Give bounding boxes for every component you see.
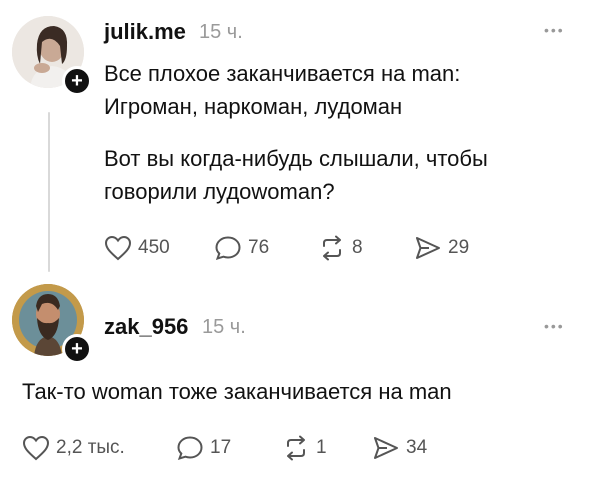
comment-button[interactable]: 17 [176, 435, 231, 461]
share-count: 29 [448, 237, 470, 258]
follow-plus-icon[interactable]: + [62, 66, 92, 96]
share-button[interactable]: 29 [414, 235, 469, 261]
username[interactable]: julik.me [104, 19, 186, 45]
repost-icon [287, 435, 305, 461]
timestamp: 15 ч. [199, 21, 243, 43]
timestamp: 15 ч. [202, 316, 246, 338]
post-text-line: Все плохое заканчивается на man: [104, 61, 461, 86]
thread-line [48, 112, 50, 272]
comment-button[interactable]: 76 [214, 235, 269, 261]
repost-button[interactable]: 1 [282, 435, 327, 461]
like-count: 2,2 тыс. [56, 437, 125, 458]
post-julik: + julik.me 15 ч. ••• Все плохое заканчив… [0, 0, 600, 280]
post-text-line: Игроман, наркоман, лудоман [104, 94, 403, 119]
post-text-line: говорили лудоwoman? [104, 179, 335, 204]
more-dots-icon[interactable]: ••• [544, 22, 565, 38]
like-button[interactable]: 450 [104, 235, 170, 261]
comment-icon [215, 236, 241, 261]
post-text-line: Вот вы когда-нибудь слышали, чтобы [104, 146, 488, 171]
follow-plus-icon[interactable]: + [62, 334, 92, 364]
comment-count: 17 [210, 437, 232, 458]
share-icon [374, 437, 398, 459]
repost-icon [323, 235, 341, 261]
share-button[interactable]: 34 [372, 435, 427, 461]
heart-icon [22, 435, 50, 461]
share-icon [416, 237, 440, 259]
comment-icon [177, 436, 203, 461]
repost-button[interactable]: 8 [318, 235, 363, 261]
heart-icon [104, 235, 132, 261]
share-count: 34 [406, 437, 428, 458]
more-dots-icon[interactable]: ••• [544, 318, 565, 334]
repost-count: 8 [352, 237, 363, 258]
username[interactable]: zak_956 [104, 314, 188, 340]
like-button[interactable]: 2,2 тыс. [22, 435, 125, 461]
repost-count: 1 [316, 437, 327, 458]
post-zak: + zak_956 15 ч. ••• Так-то woman тоже за… [0, 280, 600, 477]
comment-count: 76 [248, 237, 270, 258]
like-count: 450 [138, 237, 170, 258]
post-text-line: Так-то woman тоже заканчивается на man [22, 379, 452, 404]
